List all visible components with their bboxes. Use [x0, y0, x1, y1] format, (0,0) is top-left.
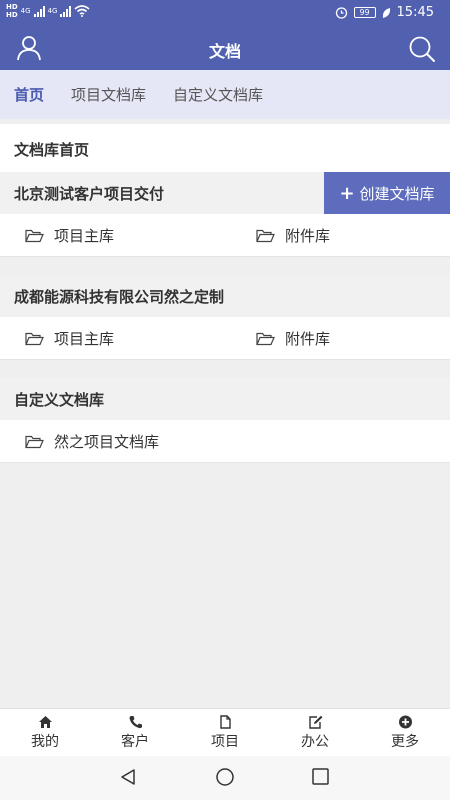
hd-label-2: HD	[6, 11, 18, 19]
create-library-label: 创建文档库	[359, 184, 435, 203]
nav-office[interactable]: 办公	[270, 709, 360, 756]
section-title: 成都能源科技有限公司然之定制	[0, 275, 450, 317]
library-item-label: 项目主库	[54, 227, 115, 245]
signal-icon	[33, 5, 45, 17]
library-item-label: 附件库	[285, 330, 331, 348]
nav-label: 更多	[391, 734, 419, 750]
folder-open-icon	[25, 229, 44, 242]
library-item[interactable]: 附件库	[256, 328, 330, 349]
library-item-label: 项目主库	[54, 330, 115, 348]
signal-icon	[60, 5, 72, 17]
nav-label: 项目	[211, 734, 239, 750]
back-icon[interactable]	[119, 768, 137, 786]
hd-indicator: HD HD	[6, 3, 18, 19]
wifi-icon	[74, 5, 90, 17]
page-title: 文档	[208, 42, 241, 61]
edit-icon	[308, 715, 322, 729]
library-item-label: 然之项目文档库	[54, 433, 160, 451]
library-item-label: 附件库	[285, 227, 331, 245]
home-icon	[38, 716, 52, 728]
library-item[interactable]: 然之项目文档库	[25, 431, 159, 452]
battery-icon: 99	[353, 7, 376, 18]
bottom-nav: 我的 客户 项目 办公 更多	[0, 708, 450, 756]
file-icon	[219, 715, 231, 729]
leaf-icon	[382, 7, 390, 18]
folder-open-icon	[256, 332, 275, 345]
recents-icon[interactable]	[311, 768, 329, 786]
network-type-1: 4G	[20, 7, 31, 15]
library-row: 项目主库 附件库	[0, 214, 450, 257]
library-row: 项目主库 附件库	[0, 317, 450, 360]
nav-more[interactable]: 更多	[360, 709, 450, 756]
status-right: 99 15:45	[335, 5, 434, 20]
search-icon[interactable]	[408, 35, 436, 63]
library-item[interactable]: 附件库	[256, 225, 330, 246]
status-indicators: HD HD 4G 4G	[6, 3, 90, 19]
plus-icon: +	[339, 182, 355, 204]
alarm-icon	[335, 7, 347, 19]
clock-time: 15:45	[396, 5, 434, 20]
nav-label: 办公	[301, 734, 329, 750]
library-item[interactable]: 项目主库	[25, 225, 114, 246]
home-circle-icon[interactable]	[215, 768, 235, 788]
nav-mine[interactable]: 我的	[0, 709, 90, 756]
section-title: 自定义文档库	[0, 378, 450, 420]
nav-label: 客户	[121, 734, 149, 750]
nav-projects[interactable]: 项目	[180, 709, 270, 756]
folder-open-icon	[256, 229, 275, 242]
nav-label: 我的	[31, 734, 59, 750]
library-row: 然之项目文档库	[0, 420, 450, 463]
folder-open-icon	[25, 435, 44, 448]
library-item[interactable]: 项目主库	[25, 328, 114, 349]
status-bar: HD HD 4G 4G 99 15:45	[0, 0, 450, 27]
tab-home[interactable]: 首页	[14, 84, 44, 105]
section-page-heading: 文档库首页	[0, 124, 450, 172]
tab-custom-libraries[interactable]: 自定义文档库	[173, 84, 263, 105]
network-type-2: 4G	[47, 7, 58, 15]
nav-customers[interactable]: 客户	[90, 709, 180, 756]
system-nav-bar	[0, 756, 450, 800]
hd-label-1: HD	[6, 3, 18, 11]
tab-bar: 首页 项目文档库 自定义文档库	[0, 70, 450, 119]
tab-project-libraries[interactable]: 项目文档库	[71, 84, 146, 105]
folder-open-icon	[25, 332, 44, 345]
phone-icon	[129, 716, 142, 729]
plus-circle-icon	[398, 715, 412, 729]
app-bar: 文档	[0, 27, 450, 70]
create-library-button[interactable]: + 创建文档库	[324, 172, 450, 214]
